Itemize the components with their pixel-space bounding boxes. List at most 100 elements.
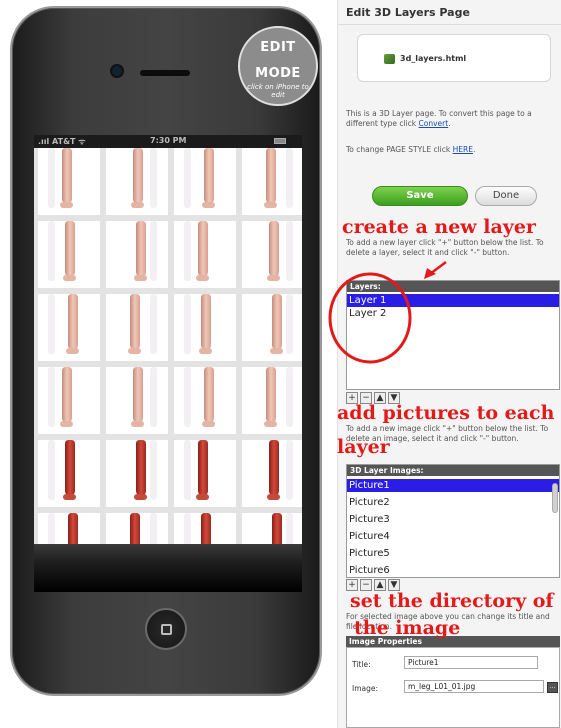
leg-image: [269, 440, 279, 496]
layers-list[interactable]: Layers: Layer 1 Layer 2: [346, 280, 560, 390]
layer-thumbnail: [106, 148, 168, 215]
foot-image: [134, 494, 147, 500]
html-file-icon: [384, 54, 395, 64]
leg-image: [266, 148, 276, 204]
leg-image: [204, 367, 214, 423]
foot-image: [131, 421, 144, 427]
layer-thumbnail: [174, 148, 236, 215]
layer-thumbnail: [174, 367, 236, 434]
leg-image: [204, 148, 214, 204]
carrier-signal: .ııl AT&T ᯤ: [38, 137, 86, 146]
foot-image: [264, 202, 277, 208]
panel-title: Edit 3D Layers Page: [346, 6, 470, 19]
image-item-1[interactable]: Picture1: [347, 479, 559, 492]
layer-images-list[interactable]: 3D Layer Images: Picture1 Picture2 Pictu…: [346, 464, 560, 578]
background-leg-silhouette: [48, 294, 55, 354]
foot-image: [199, 348, 212, 354]
leg-image: [266, 367, 276, 423]
edit-mode-badge-line2: MODE: [255, 66, 301, 81]
layer-thumbnail: [242, 148, 302, 215]
background-leg-silhouette: [286, 294, 293, 354]
image-item-4[interactable]: Picture4: [347, 530, 559, 543]
save-button[interactable]: Save: [372, 186, 468, 206]
layer-thumbnail: [242, 221, 302, 288]
convert-link[interactable]: Convert: [419, 119, 449, 128]
image-item-5[interactable]: Picture5: [347, 547, 559, 560]
foot-image: [63, 275, 76, 281]
front-camera-icon: [112, 66, 122, 76]
leg-image: [62, 148, 72, 204]
images-list-scrollbar[interactable]: [552, 483, 558, 513]
background-leg-silhouette: [48, 367, 55, 427]
background-leg-silhouette: [286, 148, 293, 208]
layer-images-list-header: 3D Layer Images:: [347, 465, 559, 476]
leg-image: [198, 221, 208, 277]
foot-image: [267, 494, 280, 500]
foot-image: [196, 494, 209, 500]
image-item-2[interactable]: Picture2: [347, 496, 559, 509]
page-style-link[interactable]: HERE: [453, 145, 473, 154]
title-input[interactable]: Picture1: [404, 656, 538, 669]
page-file-box: 3d_layers.html: [357, 34, 551, 82]
edit-mode-badge-line1: EDIT: [260, 40, 296, 55]
earpiece-speaker: [140, 70, 190, 76]
layer-thumbnail: [242, 294, 302, 361]
layer-thumbnail: [106, 221, 168, 288]
image-item-6[interactable]: Picture6: [347, 564, 559, 576]
layer-item-2[interactable]: Layer 2: [347, 307, 559, 320]
home-button[interactable]: [145, 608, 187, 650]
iphone-screen[interactable]: .ııl AT&T ᯤ 7:30 PM: [34, 135, 302, 592]
background-leg-silhouette: [184, 221, 191, 281]
edit-mode-badge[interactable]: EDIT MODE click on iPhone to edit: [238, 26, 318, 106]
layers-help-text: To add a new layer click "+" button belo…: [346, 238, 544, 257]
layer-item-1[interactable]: Layer 1: [347, 294, 559, 307]
layer-thumbnail: [174, 221, 236, 288]
leg-image: [130, 294, 140, 350]
3d-layer-preview-grid[interactable]: [34, 148, 302, 580]
foot-image: [66, 348, 79, 354]
foot-image: [131, 202, 144, 208]
leg-image: [201, 294, 211, 350]
background-leg-silhouette: [286, 221, 293, 281]
leg-image: [198, 440, 208, 496]
foot-image: [267, 275, 280, 281]
page-style-description: To change PAGE STYLE click HERE.: [346, 145, 476, 154]
foot-image: [134, 275, 147, 281]
battery-icon: [274, 138, 286, 144]
leg-image: [269, 221, 279, 277]
title-label: Title:: [352, 660, 371, 669]
foot-image: [128, 348, 141, 354]
foot-image: [202, 202, 215, 208]
image-item-3[interactable]: Picture3: [347, 513, 559, 526]
leg-image: [272, 294, 282, 350]
background-leg-silhouette: [150, 221, 157, 281]
background-leg-silhouette: [286, 440, 293, 500]
foot-image: [270, 348, 283, 354]
background-leg-silhouette: [48, 221, 55, 281]
annotation-set-directory: set the directory of: [350, 590, 554, 612]
foot-image: [60, 202, 73, 208]
layer-thumbnail: [106, 294, 168, 361]
status-bar: .ııl AT&T ᯤ 7:30 PM: [34, 135, 302, 148]
layer-thumbnail: [174, 294, 236, 361]
background-leg-silhouette: [150, 367, 157, 427]
leg-image: [62, 367, 72, 423]
layer-thumbnail: [106, 440, 168, 507]
leg-image: [133, 367, 143, 423]
layer-thumbnail: [106, 367, 168, 434]
layer-thumbnail: [242, 440, 302, 507]
leg-image: [136, 221, 146, 277]
status-time: 7:30 PM: [150, 136, 187, 145]
layer-thumbnail: [38, 440, 100, 507]
leg-image: [65, 440, 75, 496]
background-leg-silhouette: [184, 367, 191, 427]
annotation-add-pictures: add pictures to each: [337, 402, 555, 424]
layer-thumbnail: [38, 221, 100, 288]
edit-mode-badge-hint: click on iPhone to edit: [247, 83, 309, 99]
image-path-input[interactable]: m_leg_L01_01.jpg: [404, 680, 544, 693]
layer-thumbnail: [38, 294, 100, 361]
background-leg-silhouette: [150, 294, 157, 354]
foot-image: [264, 421, 277, 427]
browse-image-button[interactable]: ...: [547, 682, 558, 693]
done-button[interactable]: Done: [475, 186, 537, 206]
